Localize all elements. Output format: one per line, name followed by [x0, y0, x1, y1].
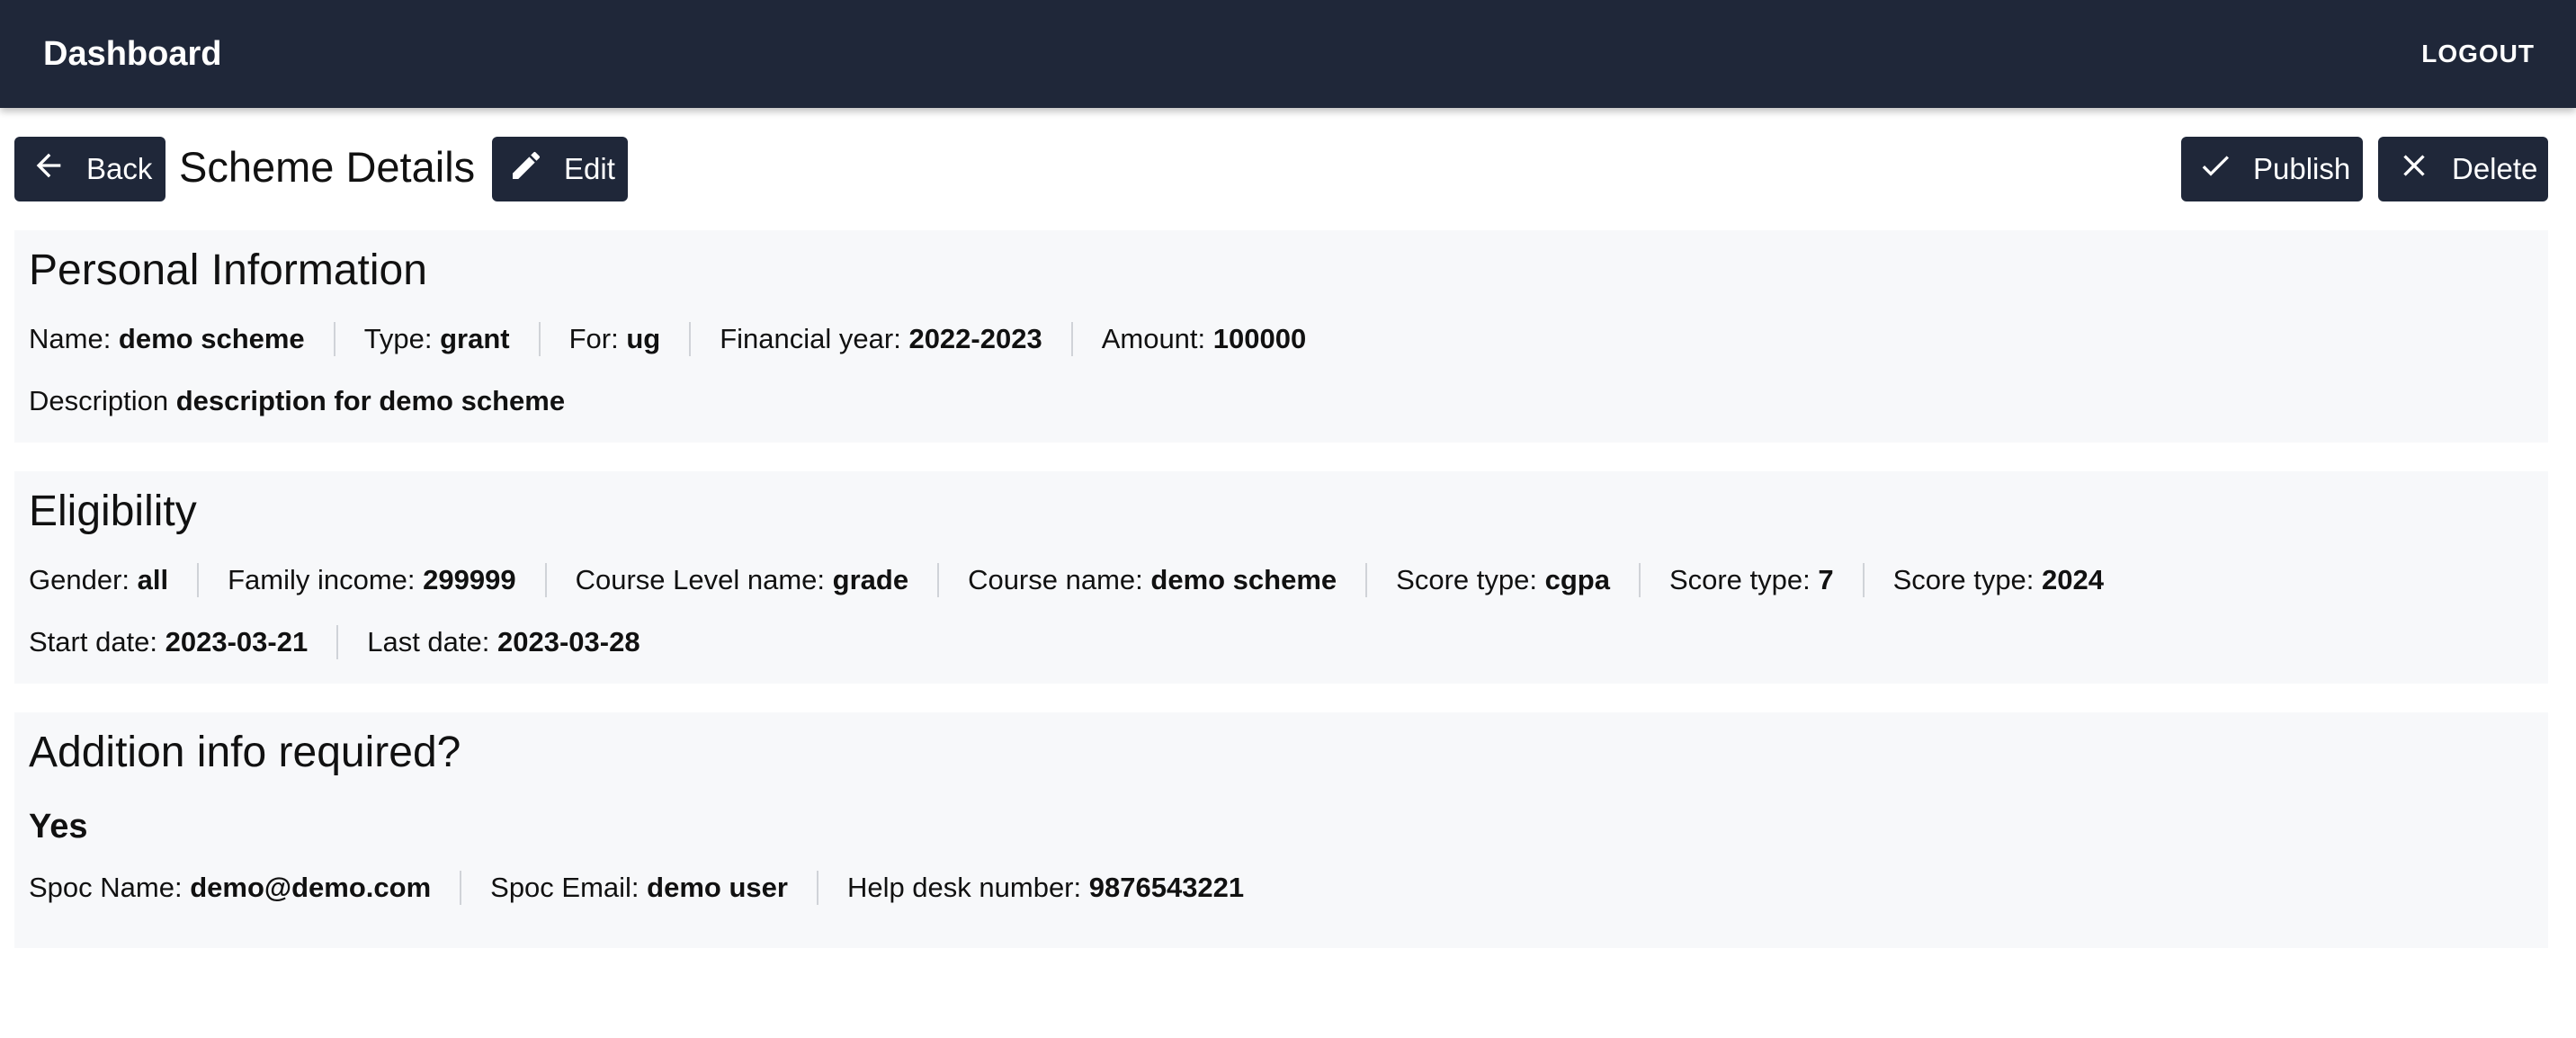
- delete-button-label: Delete: [2452, 152, 2538, 185]
- back-button[interactable]: Back: [14, 137, 165, 201]
- divider: [197, 563, 200, 597]
- description-row: Description description for demo scheme: [29, 383, 2534, 419]
- toolbar: Back Scheme Details Edit Publish Delete: [0, 137, 2576, 223]
- additional-info-answer: Yes: [29, 808, 88, 846]
- financial-year: Financial year: 2022-2023: [720, 323, 1042, 354]
- pencil-icon: [508, 148, 544, 191]
- help-desk-number: Help desk number: 9876543221: [846, 872, 1245, 903]
- last-date: Last date: 2023-03-28: [367, 626, 640, 658]
- publish-button[interactable]: Publish: [2181, 137, 2363, 201]
- divider: [460, 871, 462, 905]
- divider: [1070, 322, 1073, 356]
- publish-button-label: Publish: [2253, 152, 2351, 185]
- edit-button-label: Edit: [564, 152, 615, 185]
- scheme-for: For: ug: [568, 323, 661, 354]
- page-title: Scheme Details: [179, 143, 476, 191]
- gender: Gender: all: [29, 564, 169, 595]
- additional-info-heading: Addition info required?: [29, 729, 461, 776]
- check-icon: [2197, 148, 2233, 191]
- score-type: Score type: 2024: [1892, 564, 2104, 595]
- app-title[interactable]: Dashboard: [43, 35, 221, 74]
- spoc-email: Spoc Email: demo user: [490, 872, 788, 903]
- delete-button[interactable]: Delete: [2378, 137, 2548, 201]
- divider: [1638, 563, 1641, 597]
- divider: [1365, 563, 1368, 597]
- personal-information-panel: Personal Information Name: demo scheme T…: [14, 230, 2548, 443]
- back-button-label: Back: [86, 152, 153, 185]
- eligibility-panel: Eligibility Gender: all Family income: 2…: [14, 471, 2548, 684]
- personal-information-heading: Personal Information: [29, 246, 427, 294]
- divider: [816, 871, 818, 905]
- divider: [1862, 563, 1865, 597]
- start-date: Start date: 2023-03-21: [29, 626, 309, 658]
- scheme-description: Description description for demo scheme: [29, 385, 566, 416]
- course-name: Course name: demo scheme: [968, 564, 1337, 595]
- spoc-name: Spoc Name: demo@demo.com: [29, 872, 432, 903]
- family-income: Family income: 299999: [228, 564, 516, 595]
- divider: [689, 322, 692, 356]
- course-level-name: Course Level name: grade: [575, 564, 909, 595]
- personal-info-row: Name: demo scheme Type: grant For: ug Fi…: [29, 321, 2534, 357]
- divider: [333, 322, 335, 356]
- scheme-type: Type: grant: [363, 323, 510, 354]
- divider: [538, 322, 541, 356]
- app-bar: Dashboard LOGOUT: [0, 0, 2576, 108]
- spoc-row: Spoc Name: demo@demo.com Spoc Email: dem…: [29, 870, 2534, 906]
- logout-button[interactable]: LOGOUT: [2421, 40, 2535, 68]
- eligibility-heading: Eligibility: [29, 488, 197, 535]
- divider: [937, 563, 940, 597]
- divider: [336, 625, 339, 659]
- close-icon: [2396, 148, 2432, 191]
- eligibility-row: Gender: all Family income: 299999 Course…: [29, 562, 2534, 598]
- arrow-left-icon: [31, 148, 67, 191]
- score-type: Score type: 7: [1668, 564, 1834, 595]
- dates-row: Start date: 2023-03-21 Last date: 2023-0…: [29, 624, 2534, 660]
- divider: [544, 563, 547, 597]
- scheme-amount: Amount: 100000: [1101, 323, 1307, 354]
- additional-info-panel: Addition info required? Yes Spoc Name: d…: [14, 712, 2548, 948]
- edit-button[interactable]: Edit: [492, 137, 628, 201]
- score-type: Score type: cgpa: [1396, 564, 1610, 595]
- scheme-name: Name: demo scheme: [29, 323, 305, 354]
